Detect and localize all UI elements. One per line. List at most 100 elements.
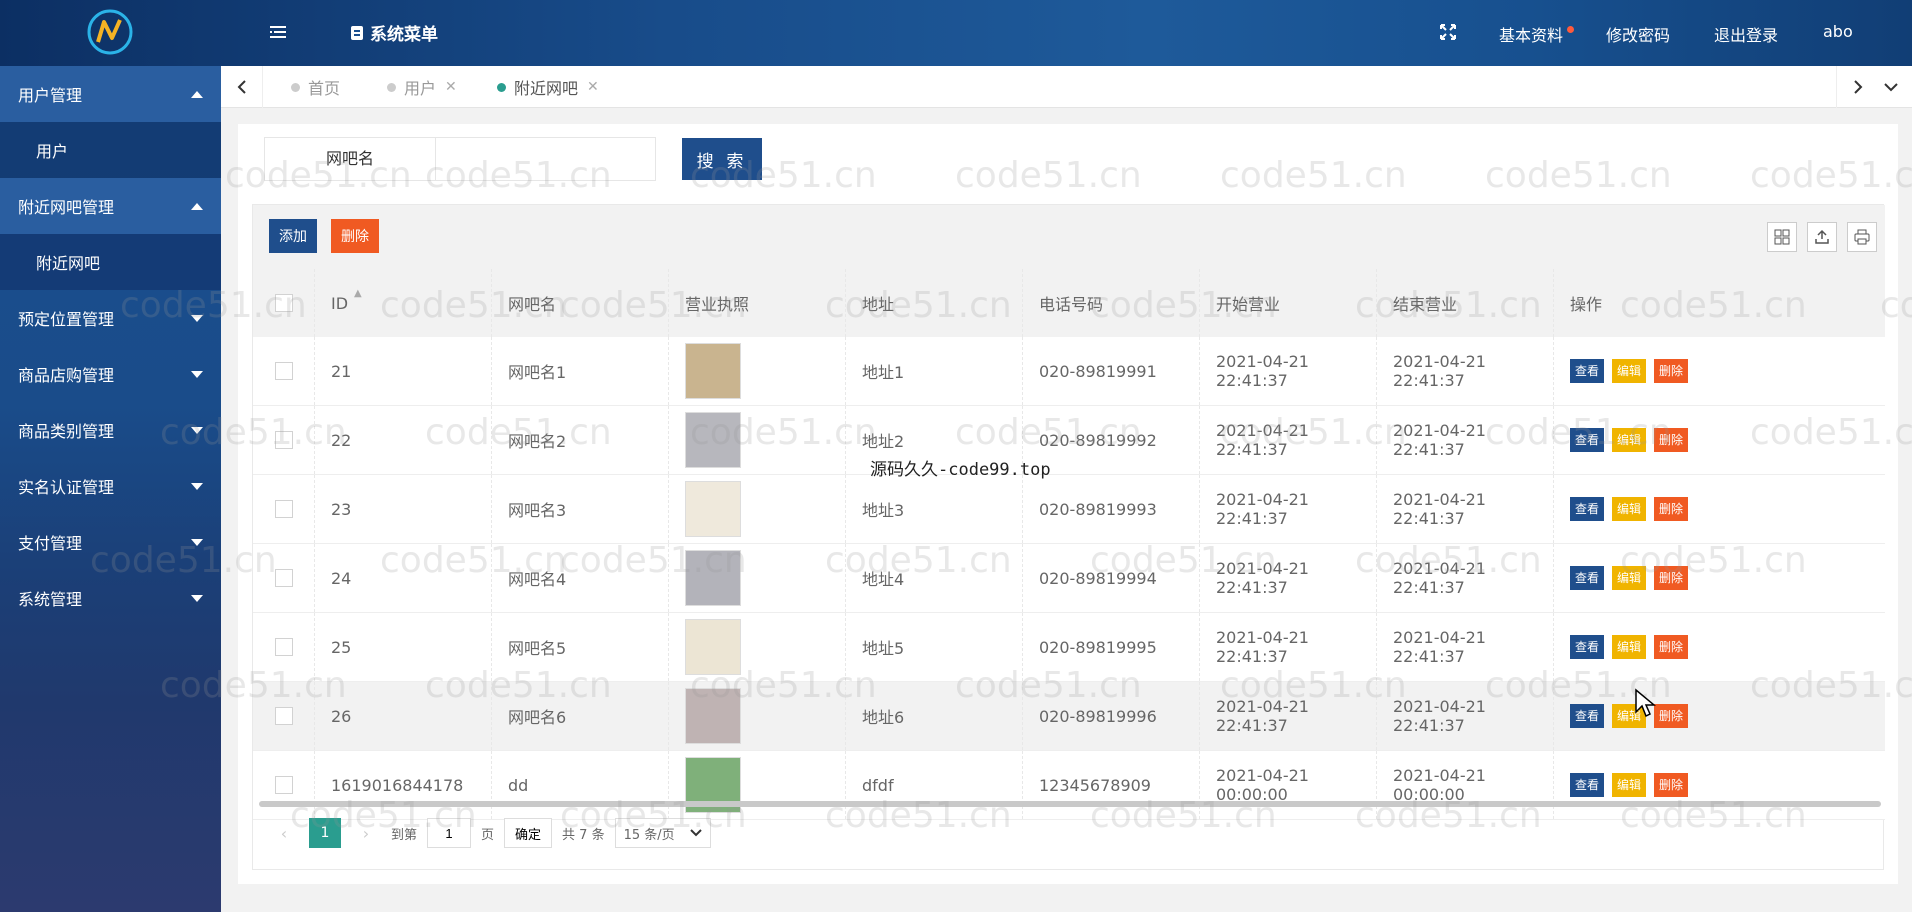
delete-button[interactable]: 删除 (1654, 428, 1689, 452)
license-thumbnail[interactable] (685, 481, 741, 537)
row-checkbox[interactable] (274, 431, 293, 449)
menu-toggle-icon[interactable] (268, 22, 288, 42)
header-checkbox-cell (253, 269, 315, 337)
profile-link[interactable]: 基本资料 (1499, 22, 1575, 46)
cell-license (669, 475, 846, 543)
cell-end-time: 2021-04-21 22:41:37 (1377, 406, 1554, 474)
sidebar-group-user-management[interactable]: 用户管理 (0, 66, 221, 122)
row-checkbox[interactable] (274, 569, 293, 587)
select-all-checkbox[interactable] (274, 294, 293, 312)
column-header-id[interactable]: ID ▲ (315, 269, 492, 337)
license-thumbnail[interactable] (685, 343, 741, 399)
tab-bar: 首页 用户 ✕ 附近网吧 ✕ (221, 66, 1912, 108)
tab-menu-dropdown-button[interactable] (1870, 66, 1912, 108)
tab-scroll-left-button[interactable] (221, 66, 263, 108)
sidebar-group-reservation[interactable]: 预定位置管理 (0, 290, 221, 346)
license-thumbnail[interactable] (685, 619, 741, 675)
row-checkbox[interactable] (274, 362, 293, 380)
chevron-down-icon (689, 829, 702, 837)
sidebar-item-user[interactable]: 用户 (0, 122, 221, 178)
cell-start-time: 2021-04-21 22:41:37 (1200, 406, 1377, 474)
view-button[interactable]: 查看 (1570, 428, 1605, 452)
tab-user[interactable]: 用户 ✕ (373, 66, 471, 108)
edit-button[interactable]: 编辑 (1612, 566, 1647, 590)
edit-button[interactable]: 编辑 (1612, 428, 1647, 452)
cell-end-time: 2021-04-21 00:00:00 (1377, 751, 1554, 819)
view-button[interactable]: 查看 (1570, 704, 1605, 728)
sidebar-group-system[interactable]: 系统管理 (0, 570, 221, 626)
row-checkbox-cell (253, 475, 315, 543)
sidebar-group-payment[interactable]: 支付管理 (0, 514, 221, 570)
logout-link[interactable]: 退出登录 (1714, 22, 1778, 46)
license-thumbnail[interactable] (685, 688, 741, 744)
view-button[interactable]: 查看 (1570, 635, 1605, 659)
delete-button[interactable]: 删除 (1654, 635, 1689, 659)
tab-nearby-netcafe[interactable]: 附近网吧 ✕ (483, 66, 613, 108)
sidebar-item-nearby-netcafe[interactable]: 附近网吧 (0, 234, 221, 290)
row-checkbox[interactable] (274, 500, 293, 518)
main-content: 网吧名 搜 索 添加 删除 ID ▲ 网吧名 营业执照 地址 电话号码 开始营业 (238, 124, 1898, 884)
current-page-button[interactable]: 1 (309, 818, 341, 848)
export-icon (1815, 229, 1829, 244)
system-menu-title[interactable]: 系统菜单 (350, 20, 438, 45)
horizontal-scrollbar[interactable] (259, 801, 1881, 807)
row-checkbox[interactable] (274, 638, 293, 656)
table-row[interactable]: 24 网吧名4 地址4 020-89819994 2021-04-21 22:41:37… (253, 544, 1885, 613)
cell-actions: 查看 编辑 删除 (1554, 406, 1885, 474)
edit-button[interactable]: 编辑 (1612, 773, 1647, 797)
cell-address: 地址3 (846, 475, 1023, 543)
sidebar-group-product-category[interactable]: 商品类别管理 (0, 402, 221, 458)
license-thumbnail[interactable] (685, 550, 741, 606)
view-button[interactable]: 查看 (1570, 566, 1605, 590)
change-password-link[interactable]: 修改密码 (1606, 22, 1670, 46)
row-checkbox[interactable] (274, 776, 293, 794)
export-button[interactable] (1807, 222, 1837, 252)
delete-button[interactable]: 删除 (1654, 704, 1689, 728)
view-button[interactable]: 查看 (1570, 773, 1605, 797)
cell-end-time: 2021-04-21 22:41:37 (1377, 544, 1554, 612)
edit-button[interactable]: 编辑 (1612, 497, 1647, 521)
caret-up-icon (191, 90, 203, 98)
search-button[interactable]: 搜 索 (682, 138, 762, 180)
tab-home[interactable]: 首页 (277, 66, 354, 108)
table-toolbar: 添加 删除 (253, 205, 1885, 269)
sidebar-group-store-purchase[interactable]: 商品店购管理 (0, 346, 221, 402)
table-row[interactable]: 21 网吧名1 地址1 020-89819991 2021-04-21 22:41:37… (253, 337, 1885, 406)
close-icon[interactable]: ✕ (587, 79, 599, 95)
columns-filter-button[interactable] (1767, 222, 1797, 252)
edit-button[interactable]: 编辑 (1612, 635, 1647, 659)
delete-button[interactable]: 删除 (1654, 359, 1689, 383)
row-checkbox[interactable] (274, 707, 293, 725)
sidebar-group-realname-auth[interactable]: 实名认证管理 (0, 458, 221, 514)
close-icon[interactable]: ✕ (445, 79, 457, 95)
tab-label: 首页 (308, 79, 341, 98)
next-page-icon[interactable]: › (351, 818, 381, 848)
username[interactable]: abo (1823, 22, 1853, 41)
delete-button[interactable]: 删除 (1654, 497, 1689, 521)
fullscreen-icon[interactable] (1438, 22, 1458, 42)
batch-delete-button[interactable]: 删除 (331, 219, 379, 253)
add-button[interactable]: 添加 (269, 219, 317, 253)
column-header-label: ID (331, 293, 349, 313)
tab-dot (291, 82, 300, 92)
license-thumbnail[interactable] (685, 412, 741, 468)
page-size-select[interactable]: 15 条/页 (614, 818, 711, 848)
sidebar-group-label: 商品店购管理 (18, 366, 115, 385)
delete-button[interactable]: 删除 (1654, 773, 1689, 797)
view-button[interactable]: 查看 (1570, 359, 1605, 383)
column-header-start: 开始营业 (1200, 269, 1377, 337)
search-input[interactable] (436, 138, 655, 180)
table-row[interactable]: 1619016844178 dd dfdf 12345678909 2021-04-21… (253, 751, 1885, 820)
table-row[interactable]: 22 网吧名2 地址2 020-89819992 2021-04-21 22:41:37… (253, 406, 1885, 475)
goto-confirm-button[interactable]: 确定 (504, 818, 553, 848)
print-button[interactable] (1847, 222, 1877, 252)
goto-page-input[interactable] (427, 818, 472, 848)
sort-icon: ▲ (354, 287, 362, 299)
table-row[interactable]: 23 网吧名3 地址3 020-89819993 2021-04-21 22:41:37… (253, 475, 1885, 544)
view-button[interactable]: 查看 (1570, 497, 1605, 521)
table-row[interactable]: 25 网吧名5 地址5 020-89819995 2021-04-21 22:41:37… (253, 613, 1885, 682)
sidebar-group-netcafe-management[interactable]: 附近网吧管理 (0, 178, 221, 234)
delete-button[interactable]: 删除 (1654, 566, 1689, 590)
prev-page-icon[interactable]: ‹ (269, 818, 299, 848)
edit-button[interactable]: 编辑 (1612, 359, 1647, 383)
